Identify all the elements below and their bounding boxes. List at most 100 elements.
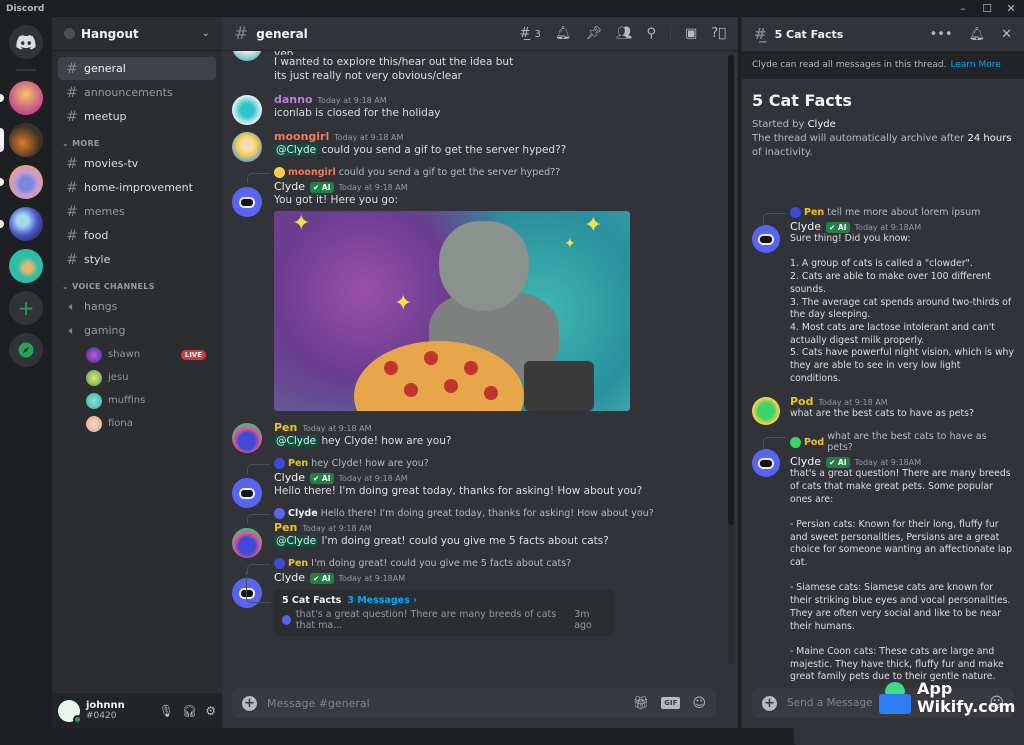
thread-panel: #̲ 5 Cat Facts ••• 🔔︎ ✕ Clyde can read a…: [741, 17, 1024, 728]
thread-card-name: 5 Cat Facts: [282, 595, 342, 606]
author-name[interactable]: Pen: [274, 521, 297, 534]
bell-icon[interactable]: 🔔︎: [555, 26, 572, 41]
voice-channel-hangs[interactable]: 🔈︎ hangs: [58, 295, 216, 318]
thread-card-header: 5 Cat Facts 3 Messages ›: [282, 595, 606, 606]
bell-icon[interactable]: 🔔︎: [969, 27, 986, 42]
cat-pizza-gif[interactable]: ✦ ✦ ✦ ✦: [274, 211, 630, 411]
thread-toolbar: ••• 🔔︎ ✕: [930, 27, 1012, 42]
help-icon[interactable]: ?⃝: [711, 26, 726, 41]
thread-card[interactable]: 5 Cat Facts 3 Messages › that's a great …: [246, 572, 614, 636]
reply-author: Pod: [803, 436, 825, 448]
server-icon-4[interactable]: [0, 207, 43, 241]
avatar: [274, 458, 285, 469]
reply-text: I'm doing great! could you give me 5 fac…: [311, 558, 572, 569]
voice-user-jesu[interactable]: jesu: [58, 366, 216, 389]
clyde-avatar[interactable]: [232, 478, 262, 508]
clyde-avatar[interactable]: [752, 449, 780, 478]
scrollbar-thumb[interactable]: [728, 55, 734, 525]
channel-food[interactable]: # food: [58, 224, 216, 247]
category-voice[interactable]: ⌄ VOICE CHANNELS: [58, 272, 216, 295]
avatar[interactable]: [752, 397, 780, 426]
voice-user-muffins[interactable]: muffins: [58, 389, 216, 412]
close-icon[interactable]: ✕: [1001, 27, 1012, 42]
author-name[interactable]: danno: [274, 93, 313, 106]
close-window-button[interactable]: ✕: [1004, 2, 1018, 15]
search-icon[interactable]: ⚲: [646, 26, 656, 41]
message-body: hey Clyde! how are you?: [321, 435, 452, 447]
watermark-line2: Wikify.com: [917, 697, 1016, 716]
reply-preview[interactable]: Clyde Hello there! I'm doing great today…: [247, 508, 726, 524]
user-mention[interactable]: @Clyde: [274, 435, 319, 447]
chat-scrollbar[interactable]: [728, 55, 734, 665]
author-name[interactable]: Pen: [274, 421, 297, 434]
channel-label: memes: [84, 205, 125, 218]
channel-general[interactable]: # general: [58, 57, 216, 80]
explore-servers-button[interactable]: [9, 333, 43, 367]
author-name[interactable]: Clyde: [790, 220, 821, 233]
server-icon-5[interactable]: [9, 249, 43, 283]
headphones-icon[interactable]: 🎧︎: [182, 704, 197, 718]
chat-area: # general #̲ 3 🔔︎ 📌︎ 👥︎ ⚲ ▣ ?⃝ yep. I wa…: [222, 17, 738, 728]
rail-separator: [16, 69, 36, 71]
add-server-button[interactable]: +: [9, 291, 43, 325]
more-options-icon[interactable]: •••: [930, 27, 953, 42]
server-icon-2[interactable]: [0, 123, 43, 157]
author-name[interactable]: Clyde: [274, 571, 305, 584]
learn-more-link[interactable]: Learn More: [950, 60, 1000, 70]
microphone-icon[interactable]: 🎙︎: [159, 704, 174, 718]
avatar[interactable]: [232, 132, 262, 162]
message-input[interactable]: [267, 696, 623, 710]
compass-icon: [18, 342, 34, 358]
avatar[interactable]: [232, 95, 262, 125]
channel-movies-tv[interactable]: # movies-tv: [58, 152, 216, 175]
voice-user-shawn[interactable]: shawn LIVE: [58, 343, 216, 366]
voice-channel-gaming[interactable]: 🔈︎ gaming: [58, 319, 216, 342]
channel-home-improvement[interactable]: # home-improvement: [58, 176, 216, 199]
author-name[interactable]: Clyde: [274, 471, 305, 484]
members-icon[interactable]: 👥︎: [616, 26, 633, 41]
inbox-icon[interactable]: ▣: [685, 26, 697, 41]
reply-preview[interactable]: Pen hey Clyde! how are you?: [247, 458, 726, 474]
thread-author[interactable]: Clyde: [808, 119, 836, 130]
maximize-button[interactable]: ☐: [980, 2, 994, 15]
author-name[interactable]: Clyde: [790, 455, 821, 468]
avatar[interactable]: [232, 423, 262, 453]
user-mention[interactable]: @Clyde: [274, 535, 319, 547]
threads-button[interactable]: #̲ 3: [520, 26, 541, 41]
channel-style[interactable]: # style: [58, 248, 216, 271]
user-mention[interactable]: @Clyde: [274, 144, 319, 156]
emoji-icon[interactable]: ☺: [692, 696, 706, 711]
pepperoni: [384, 361, 398, 375]
gif-button[interactable]: GIF: [661, 697, 681, 709]
guild-header[interactable]: Hangout ⌄: [52, 17, 222, 51]
message: Clyde Hello there! I'm doing great today…: [232, 508, 726, 558]
author-name[interactable]: Pod: [790, 395, 814, 408]
reply-preview[interactable]: Pen tell me more about lorem ipsum: [763, 207, 1014, 223]
reply-preview[interactable]: Pod what are the best cats to have as pe…: [763, 431, 1014, 453]
reply-preview[interactable]: moongirl could you send a gif to get the…: [247, 167, 726, 183]
voice-user-fiona[interactable]: fiona: [58, 412, 216, 435]
pin-icon[interactable]: 📌︎: [585, 26, 602, 41]
category-more[interactable]: ⌄ MORE: [58, 129, 216, 152]
clyde-avatar[interactable]: [752, 225, 780, 253]
thread-message-count[interactable]: 3 Messages ›: [347, 595, 417, 606]
channel-announcements[interactable]: # announcements: [58, 81, 216, 104]
attach-plus-button[interactable]: +: [762, 695, 777, 711]
author-name[interactable]: moongirl: [274, 130, 329, 143]
home-button[interactable]: [9, 25, 43, 59]
clyde-avatar: [282, 615, 291, 625]
reply-preview[interactable]: Pen I'm doing great! could you give me 5…: [247, 558, 726, 574]
channel-memes[interactable]: # memes: [58, 200, 216, 223]
server-icon-3[interactable]: [0, 165, 43, 199]
gear-icon[interactable]: ⚙︎: [205, 704, 216, 718]
user-info[interactable]: johnnn #0420: [58, 699, 125, 724]
ai-badge: ✔ AI: [826, 222, 850, 233]
avatar[interactable]: [232, 528, 262, 558]
clyde-avatar[interactable]: [232, 187, 262, 217]
channel-meetup[interactable]: # meetup: [58, 105, 216, 128]
server-icon-1[interactable]: [0, 81, 43, 115]
minimize-button[interactable]: –: [956, 2, 970, 15]
attach-plus-button[interactable]: +: [242, 695, 257, 711]
gift-icon[interactable]: 🎁︎: [633, 696, 650, 711]
author-name[interactable]: Clyde: [274, 180, 305, 193]
